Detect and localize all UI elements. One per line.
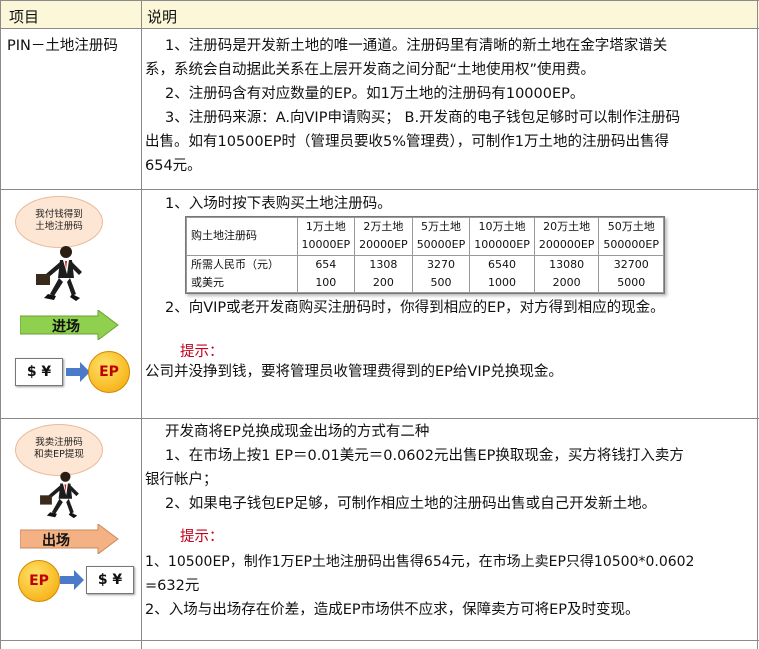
paragraph: 银行帐户；: [145, 472, 218, 488]
row-divider: [0, 640, 759, 641]
table-cell: 20万土地: [533, 217, 600, 237]
enter-label: 进场: [52, 319, 80, 335]
paragraph: 系，系统会自动据此关系在上层开发商之间分配“土地使用权”使用费。: [145, 62, 596, 78]
paragraph: 1、入场时按下表购买土地注册码。: [165, 196, 392, 212]
table-row: 所需人民币（元） 654 1308 3270 6540 13080 32700: [186, 254, 664, 274]
paragraph: 出售。如有10500EP时（管理员要收5%管理费），可制作1万土地的注册码出售得: [145, 134, 670, 150]
table-cell: 1308: [354, 254, 413, 274]
paragraph: 公司并没挣到钱，要将管理员收管理费得到的EP给VIP兑换现金。: [145, 364, 563, 380]
speech-bubble-exit: 我卖注册码 和卖EP提现: [15, 424, 103, 476]
table-cell: 13080: [533, 254, 600, 274]
table-cell: 1000: [469, 273, 535, 293]
exit-arrow-label-wrap: 出场: [20, 524, 120, 554]
table-border-right: [757, 0, 758, 649]
paragraph: 3、注册码来源：A.向VIP申请购买； B.开发商的电子钱包足够时可以制作注册码: [165, 110, 681, 126]
table-cell: 3270: [411, 254, 471, 274]
exit-label: 出场: [42, 533, 70, 549]
paragraph: 2、入场与出场存在价差，造成EP市场供不应求，保障卖方可将EP及时变现。: [145, 602, 640, 618]
table-row: 或美元 100 200 500 1000 2000 5000: [186, 273, 664, 293]
purchase-table: 购土地注册码 1万土地 2万土地 5万土地 10万土地 20万土地 50万土地 …: [185, 216, 665, 294]
bubble-line: 和卖EP提现: [34, 449, 84, 460]
bubble-line: 我卖注册码: [35, 437, 83, 448]
speech-bubble-enter: 我付钱得到 土地注册码: [15, 196, 103, 248]
bubble-line: 我付钱得到: [35, 209, 83, 220]
paragraph: 2、向VIP或老开发商购买注册码时，你得到相应的EP，对方得到相应的现金。: [165, 300, 665, 316]
arrow-right-icon: [60, 570, 84, 590]
paragraph: 1、在市场上按1 EP＝0.01美元＝0.0602元出售EP换取现金，买方将钱打…: [165, 448, 684, 464]
row-divider: [0, 418, 759, 419]
header-row: [0, 0, 759, 28]
enter-arrow-label-wrap: 进场: [20, 310, 120, 340]
table-cell: 200: [354, 273, 413, 293]
paragraph: 2、注册码含有对应数量的EP。如1万土地的注册码有10000EP。: [165, 86, 585, 102]
row-label-pin: PIN－土地注册码: [7, 38, 118, 54]
table-cell: 所需人民币（元）: [186, 254, 298, 274]
table-cell: 50000EP: [411, 236, 471, 256]
table-cell: 50万土地: [598, 217, 664, 237]
table-cell: 购土地注册码: [186, 217, 298, 256]
enter-line-1: 1、入场时按下表购买土地注册码。: [165, 192, 392, 216]
table-border-left: [0, 0, 1, 649]
table-cell: 32700: [598, 254, 664, 274]
table-cell: 6540: [469, 254, 535, 274]
paragraph: 2、如果电子钱包EP足够，可制作相应土地的注册码出售或自己开发新土地。: [165, 496, 657, 512]
table-row: 购土地注册码 1万土地 2万土地 5万土地 10万土地 20万土地 50万土地: [186, 217, 664, 256]
table-cell: 或美元: [186, 273, 298, 293]
businessman-running-icon: [36, 246, 82, 301]
header-col-desc: 说明: [147, 8, 178, 26]
table-cell: 500000EP: [598, 236, 664, 256]
table-cell: 20000EP: [354, 236, 413, 256]
column-divider: [141, 0, 142, 649]
arrow-right-icon: [66, 362, 90, 382]
paragraph: 开发商将EP兑换成现金出场的方式有二种: [165, 424, 430, 440]
ep-coin-icon: EP: [88, 351, 130, 393]
bubble-line: 土地注册码: [35, 221, 83, 232]
header-col-item: 项目: [9, 8, 40, 26]
table-border-top: [0, 0, 759, 1]
businessman-running-icon: [40, 471, 79, 519]
table-cell: 654: [296, 254, 356, 274]
enter-line-2: 2、向VIP或老开发商购买注册码时，你得到相应的EP，对方得到相应的现金。: [165, 296, 665, 320]
enter-line-3: 公司并没挣到钱，要将管理员收管理费得到的EP给VIP兑换现金。: [145, 360, 563, 384]
table-cell: 200000EP: [533, 236, 600, 256]
exit-hint-label: 提示：: [180, 529, 224, 545]
row-divider: [0, 28, 759, 29]
table-cell: 100000EP: [469, 236, 535, 256]
document-page: 项目 说明 PIN－土地注册码 1、注册码是开发新土地的唯一通道。注册码里有清晰…: [0, 0, 759, 649]
table-cell: 5万土地: [411, 217, 471, 237]
money-icon: $ ¥: [86, 566, 134, 594]
exit-description: 开发商将EP兑换成现金出场的方式有二种 1、在市场上按1 EP＝0.01美元＝0…: [145, 420, 684, 516]
paragraph: 1、10500EP，制作1万EP土地注册码出售得654元，在市场上卖EP只得10…: [145, 554, 695, 570]
paragraph: 1、注册码是开发新土地的唯一通道。注册码里有清晰的新土地在金字塔家谱关: [165, 38, 668, 54]
table-cell: 10000EP: [296, 236, 356, 256]
exit-tips: 1、10500EP，制作1万EP土地注册码出售得654元，在市场上卖EP只得10…: [145, 550, 694, 622]
table-cell: 2000: [533, 273, 600, 293]
money-icon: $ ¥: [15, 358, 63, 386]
paragraph: 654元。: [145, 158, 202, 174]
pin-description: 1、注册码是开发新土地的唯一通道。注册码里有清晰的新土地在金字塔家谱关 系，系统…: [145, 34, 680, 178]
table-cell: 10万土地: [469, 217, 535, 237]
row-divider: [0, 189, 759, 190]
table-cell: 100: [296, 273, 356, 293]
ep-coin-icon: EP: [18, 560, 60, 602]
paragraph: =632元: [145, 578, 200, 594]
table-cell: 2万土地: [354, 217, 413, 237]
table-cell: 500: [411, 273, 471, 293]
table-cell: 5000: [598, 273, 664, 293]
table-cell: 1万土地: [296, 217, 356, 237]
